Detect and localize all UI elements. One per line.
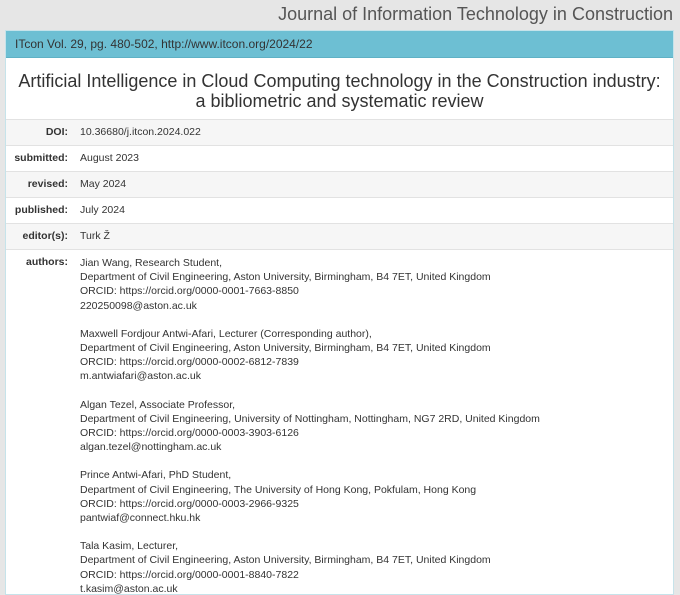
author-email[interactable]: pantwiaf@connect.hku.hk [80, 511, 673, 525]
author-orcid[interactable]: ORCID: https://orcid.org/0000-0001-8840-… [80, 568, 673, 582]
author-email[interactable]: m.antwiafari@aston.ac.uk [80, 369, 673, 383]
meta-row-doi: DOI: 10.36680/j.itcon.2024.022 [6, 120, 673, 146]
author-entry: Algan Tezel, Associate Professor, Depart… [80, 398, 673, 455]
editors-value: Turk Ž [74, 224, 673, 250]
author-affiliation: Department of Civil Engineering, Aston U… [80, 341, 673, 355]
author-affiliation: Department of Civil Engineering, Univers… [80, 412, 673, 426]
author-email[interactable]: algan.tezel@nottingham.ac.uk [80, 440, 673, 454]
meta-row-authors: authors: Jian Wang, Research Student, De… [6, 250, 673, 595]
journal-header: Journal of Information Technology in Con… [0, 0, 680, 30]
meta-row-submitted: submitted: August 2023 [6, 146, 673, 172]
submitted-value: August 2023 [74, 146, 673, 172]
meta-label: DOI: [6, 120, 74, 146]
author-orcid[interactable]: ORCID: https://orcid.org/0000-0003-2966-… [80, 497, 673, 511]
article-panel: ITcon Vol. 29, pg. 480-502, http://www.i… [5, 30, 674, 595]
author-orcid[interactable]: ORCID: https://orcid.org/0000-0002-6812-… [80, 355, 673, 369]
meta-row-editors: editor(s): Turk Ž [6, 224, 673, 250]
author-entry: Maxwell Fordjour Antwi-Afari, Lecturer (… [80, 327, 673, 384]
author-affiliation: Department of Civil Engineering, Aston U… [80, 270, 673, 284]
author-email[interactable]: t.kasim@aston.ac.uk [80, 582, 673, 595]
article-metadata-table: DOI: 10.36680/j.itcon.2024.022 submitted… [6, 119, 673, 595]
authors-label: authors: [6, 250, 74, 595]
doi-value[interactable]: 10.36680/j.itcon.2024.022 [74, 120, 673, 146]
author-name: Algan Tezel, Associate Professor, [80, 398, 673, 412]
author-orcid[interactable]: ORCID: https://orcid.org/0000-0001-7663-… [80, 284, 673, 298]
author-name: Tala Kasim, Lecturer, [80, 539, 673, 553]
author-affiliation: Department of Civil Engineering, Aston U… [80, 553, 673, 567]
author-affiliation: Department of Civil Engineering, The Uni… [80, 483, 673, 497]
published-value: July 2024 [74, 198, 673, 224]
author-entry: Jian Wang, Research Student, Department … [80, 256, 673, 313]
author-email[interactable]: 220250098@aston.ac.uk [80, 299, 673, 313]
meta-label: submitted: [6, 146, 74, 172]
article-title: Artificial Intelligence in Cloud Computi… [6, 58, 673, 119]
author-orcid[interactable]: ORCID: https://orcid.org/0000-0003-3903-… [80, 426, 673, 440]
meta-row-published: published: July 2024 [6, 198, 673, 224]
meta-row-revised: revised: May 2024 [6, 172, 673, 198]
author-entry: Prince Antwi-Afari, PhD Student, Departm… [80, 468, 673, 525]
journal-name: Journal of Information Technology in Con… [278, 4, 673, 24]
revised-value: May 2024 [74, 172, 673, 198]
author-name: Jian Wang, Research Student, [80, 256, 673, 270]
meta-label: editor(s): [6, 224, 74, 250]
author-entry: Tala Kasim, Lecturer, Department of Civi… [80, 539, 673, 595]
citation-bar: ITcon Vol. 29, pg. 480-502, http://www.i… [6, 31, 673, 58]
authors-list: Jian Wang, Research Student, Department … [74, 250, 673, 595]
meta-label: published: [6, 198, 74, 224]
author-name: Maxwell Fordjour Antwi-Afari, Lecturer (… [80, 327, 673, 341]
author-name: Prince Antwi-Afari, PhD Student, [80, 468, 673, 482]
meta-label: revised: [6, 172, 74, 198]
citation-text: ITcon Vol. 29, pg. 480-502, http://www.i… [15, 37, 313, 51]
